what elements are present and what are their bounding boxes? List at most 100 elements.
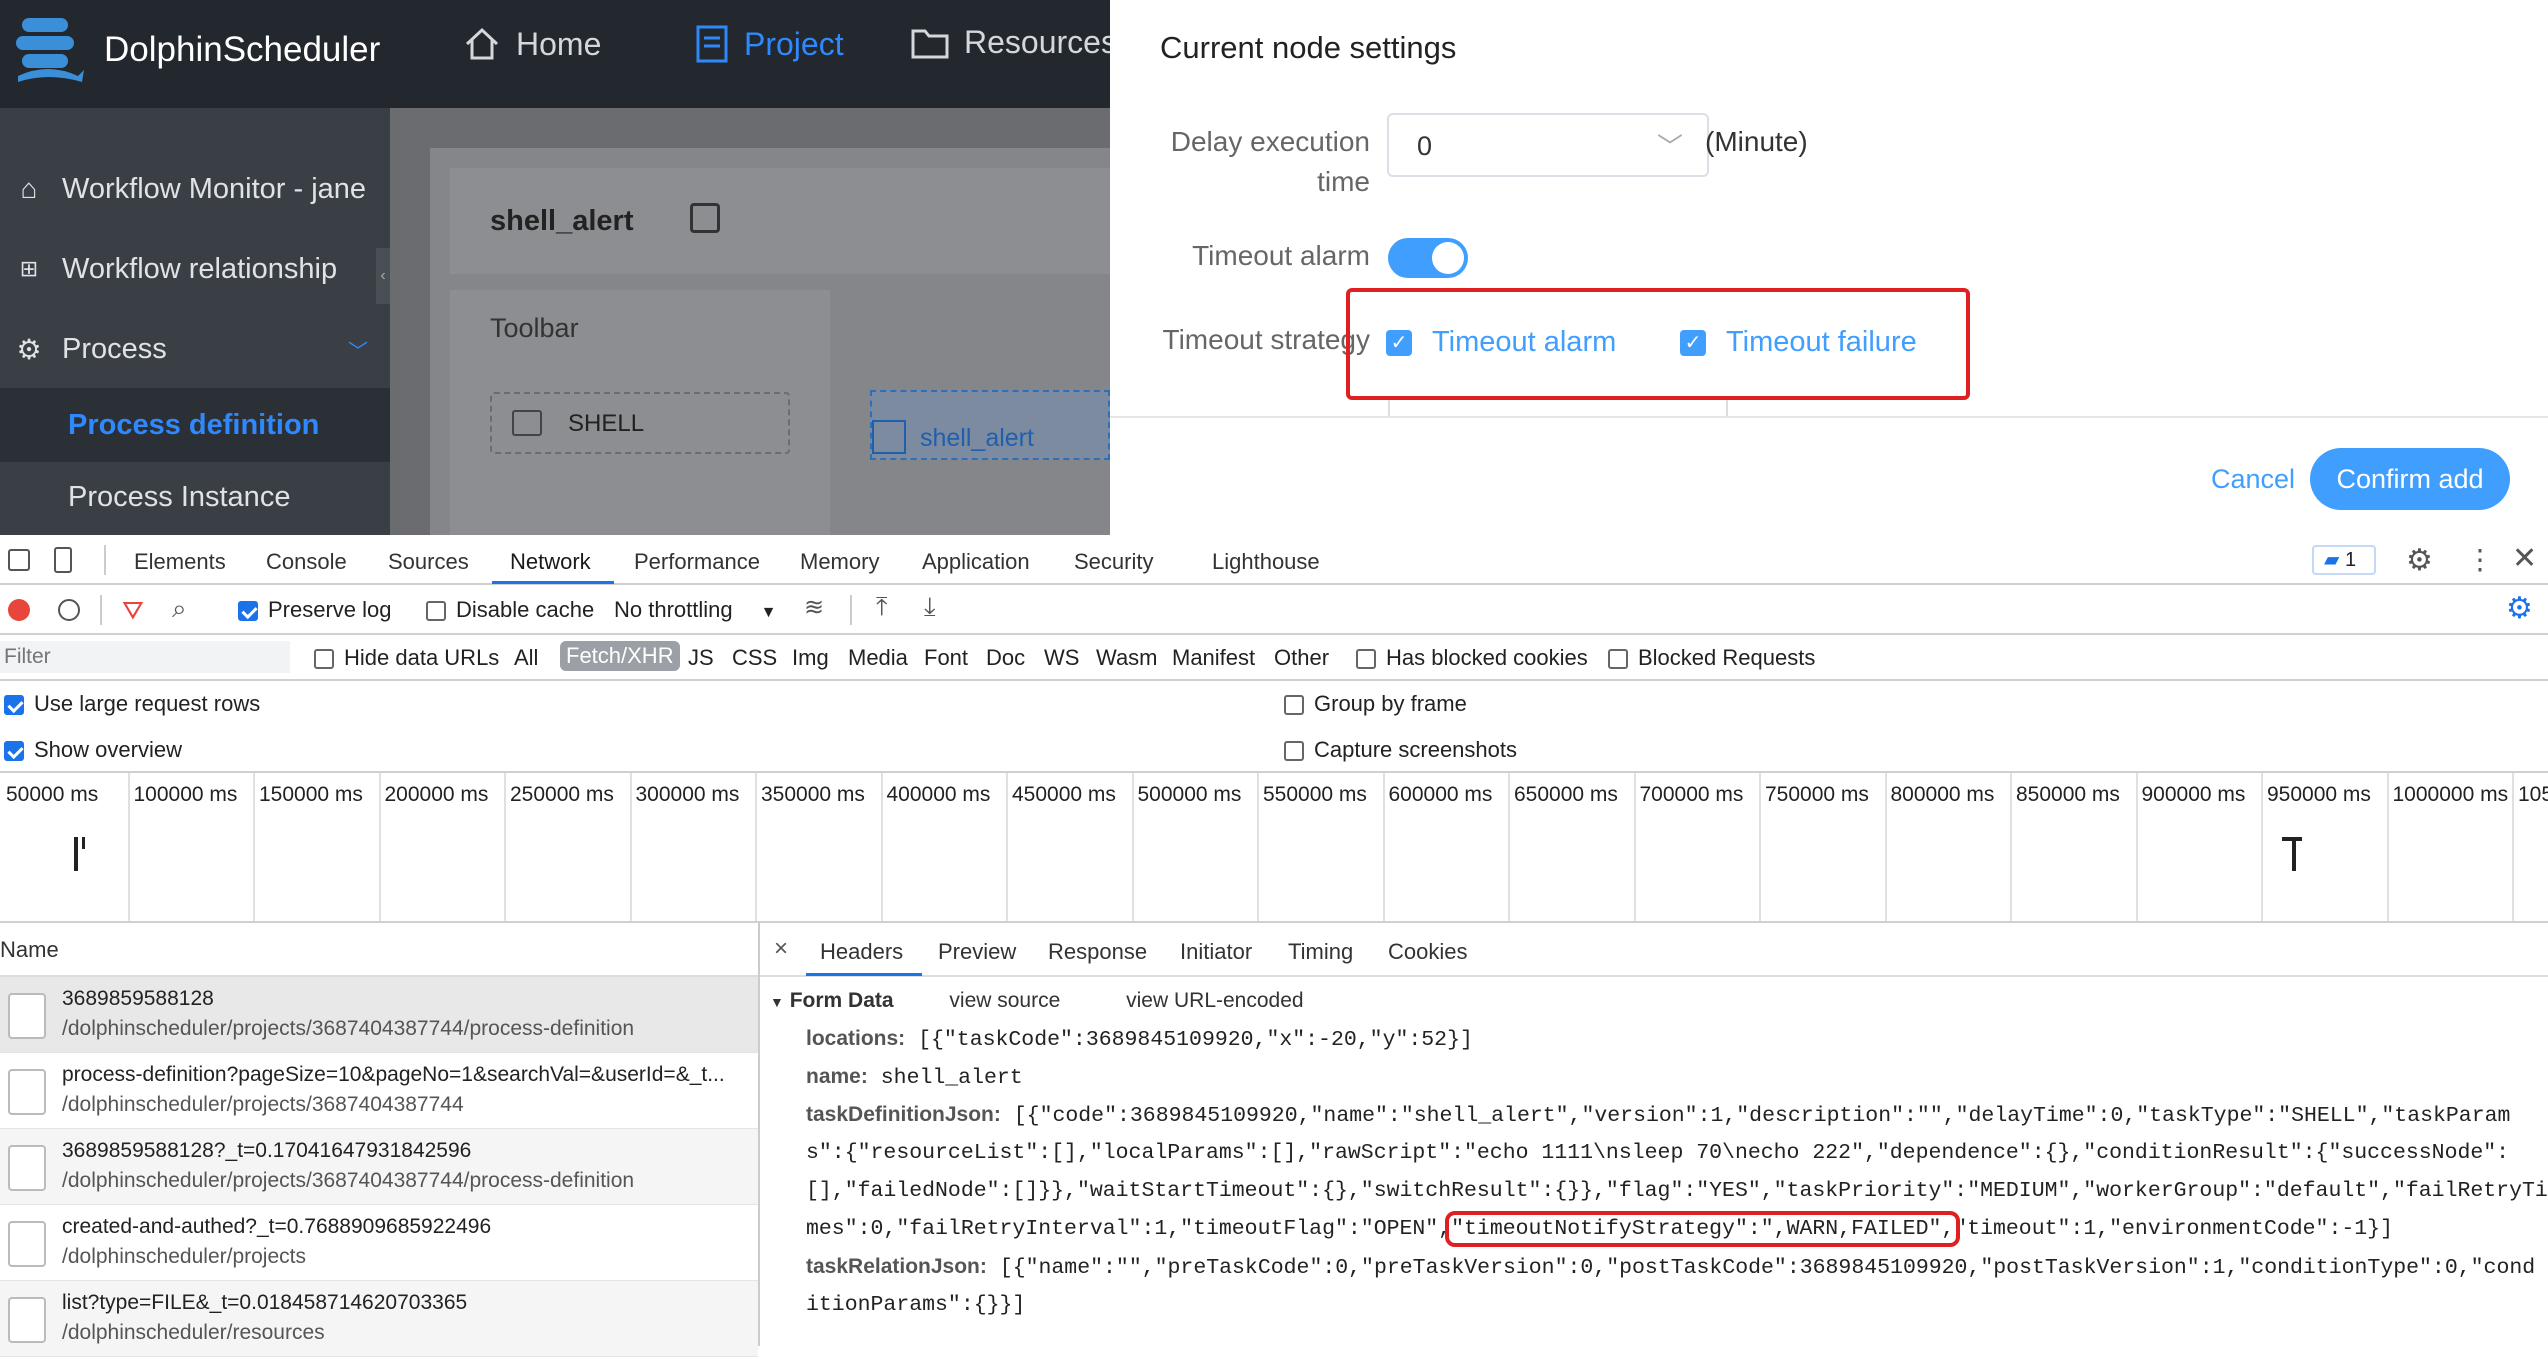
sidebar-item-workflow-relationship[interactable]: ⊞ Workflow relationship <box>0 232 390 306</box>
delay-unit: (Minute) <box>1705 126 1808 157</box>
request-row[interactable]: created-and-authed?_t=0.7688909685922496… <box>0 1205 758 1281</box>
timeline-overview[interactable]: 50000 ms 100000 ms 150000 ms 200000 ms 25000… <box>0 773 2548 923</box>
sidebar-item-label: Process Instance <box>68 480 291 513</box>
tab-headers[interactable]: Headers <box>820 939 903 965</box>
filter-js[interactable]: JS <box>688 645 714 671</box>
more-icon[interactable]: ⋮ <box>2466 543 2494 576</box>
tab-performance[interactable]: Performance <box>634 549 760 575</box>
hide-data-urls-checkbox[interactable]: Hide data URLs <box>314 645 499 671</box>
import-har-icon[interactable]: ⤒ <box>876 591 888 623</box>
timeout-alarm-switch[interactable] <box>1388 238 1468 278</box>
network-settings-icon[interactable]: ⚙ <box>2506 591 2533 626</box>
throttling-select[interactable]: No throttling ▼ <box>614 597 776 623</box>
timeline-tick: 1000000 ms <box>2386 773 2508 921</box>
field-key: taskRelationJson: <box>806 1255 987 1278</box>
cancel-button[interactable]: Cancel <box>2198 448 2308 510</box>
filter-css[interactable]: CSS <box>732 645 777 671</box>
disable-cache-label: Disable cache <box>456 597 595 622</box>
tab-lighthouse[interactable]: Lighthouse <box>1212 549 1320 575</box>
record-icon[interactable] <box>8 599 30 621</box>
tab-security[interactable]: Security <box>1074 549 1153 575</box>
highlight-box <box>1346 288 1970 400</box>
tab-network[interactable]: Network <box>510 549 591 575</box>
field-key: locations: <box>806 1027 906 1050</box>
filter-font[interactable]: Font <box>924 645 968 671</box>
filter-all[interactable]: All <box>514 645 538 671</box>
network-conditions-icon[interactable]: ≋ <box>804 593 824 622</box>
name-column-header[interactable]: Name <box>0 923 758 977</box>
form-data-header[interactable]: ▼ Form Data view source view URL-encoded <box>770 989 1304 1013</box>
tab-cookies[interactable]: Cookies <box>1388 939 1467 965</box>
file-icon <box>8 1145 46 1191</box>
confirm-add-button[interactable]: Confirm add <box>2310 448 2510 510</box>
filter-media[interactable]: Media <box>848 645 908 671</box>
request-row[interactable]: 3689859588128?_t=0.17041647931842596/dol… <box>0 1129 758 1205</box>
close-icon[interactable]: ✕ <box>2512 541 2537 576</box>
show-overview-checkbox[interactable]: Show overview <box>4 737 182 763</box>
filter-fetch-xhr[interactable]: Fetch/XHR <box>560 641 680 671</box>
tab-initiator[interactable]: Initiator <box>1180 939 1252 965</box>
tab-preview[interactable]: Preview <box>938 939 1016 965</box>
has-blocked-cookies-checkbox[interactable]: Has blocked cookies <box>1356 645 1588 671</box>
gear-icon[interactable]: ⚙ <box>2406 543 2433 578</box>
device-toolbar-icon[interactable] <box>54 547 72 573</box>
sidebar-item-process[interactable]: ⚙ Process ﹀ <box>0 312 390 386</box>
export-har-icon[interactable]: ⤓ <box>924 591 936 623</box>
file-icon <box>8 1221 46 1267</box>
filter-doc[interactable]: Doc <box>986 645 1025 671</box>
filter-wasm[interactable]: Wasm <box>1096 645 1158 671</box>
clear-icon[interactable] <box>58 599 80 621</box>
filter-input[interactable] <box>0 641 290 673</box>
shell-tool[interactable]: SHELL <box>490 392 790 454</box>
sidebar-item-label: Workflow relationship <box>62 252 338 285</box>
timeline-tick: 450000 ms <box>1006 773 1116 921</box>
logo-text: DolphinScheduler <box>104 30 381 69</box>
nav-project-label: Project <box>744 25 844 62</box>
tab-response[interactable]: Response <box>1048 939 1147 965</box>
tab-timing[interactable]: Timing <box>1288 939 1353 965</box>
tab-sources[interactable]: Sources <box>388 549 469 575</box>
messages-badge[interactable]: ▰ 1 <box>2312 545 2376 575</box>
blocked-requests-checkbox[interactable]: Blocked Requests <box>1608 645 1815 671</box>
group-by-frame-checkbox[interactable]: Group by frame <box>1284 691 1467 717</box>
delay-time-select[interactable]: 0 ﹀ <box>1387 113 1709 177</box>
large-rows-checkbox[interactable]: Use large request rows <box>4 691 260 717</box>
nav-home-label: Home <box>516 25 602 62</box>
nav-home[interactable]: Home <box>462 24 601 64</box>
devtools-panel: Elements Console Sources Network Perform… <box>0 535 2548 1357</box>
switch-knob <box>1432 242 1464 274</box>
copy-icon[interactable] <box>690 203 720 233</box>
workflow-node-shell-alert[interactable]: shell_alert <box>870 390 1110 460</box>
file-icon <box>8 1297 46 1343</box>
sidebar-item-workflow-monitor[interactable]: ⌂ Workflow Monitor - jane <box>0 152 390 226</box>
inspect-icon[interactable] <box>8 549 30 571</box>
form-field-task-definition-json: taskDefinitionJson: [{"code":36898451099… <box>806 1103 2510 1128</box>
sidebar-item-process-definition[interactable]: Process definition <box>0 388 390 462</box>
field-key: taskDefinitionJson: <box>806 1103 1001 1126</box>
sidebar-collapse-icon[interactable]: ‹ <box>376 248 390 304</box>
filter-manifest[interactable]: Manifest <box>1172 645 1255 671</box>
close-icon[interactable]: × <box>774 935 788 963</box>
filter-ws[interactable]: WS <box>1044 645 1079 671</box>
nav-resources[interactable]: Resources <box>910 24 1117 61</box>
nav-project[interactable]: Project <box>694 24 844 64</box>
view-url-encoded-link[interactable]: view URL-encoded <box>1126 989 1303 1012</box>
filter-img[interactable]: Img <box>792 645 829 671</box>
preserve-log-checkbox[interactable]: Preserve log <box>238 597 392 623</box>
request-name: 3689859588128 <box>62 987 214 1010</box>
filter-icon[interactable]: ⛛ <box>122 595 144 627</box>
request-row[interactable]: process-definition?pageSize=10&pageNo=1&… <box>0 1053 758 1129</box>
filter-other[interactable]: Other <box>1274 645 1329 671</box>
tab-elements[interactable]: Elements <box>134 549 226 575</box>
disable-cache-checkbox[interactable]: Disable cache <box>426 597 594 623</box>
view-source-link[interactable]: view source <box>949 989 1060 1012</box>
tab-memory[interactable]: Memory <box>800 549 879 575</box>
capture-screenshots-checkbox[interactable]: Capture screenshots <box>1284 737 1517 763</box>
search-icon[interactable]: ⌕ <box>172 593 187 625</box>
tab-console[interactable]: Console <box>266 549 347 575</box>
tab-application[interactable]: Application <box>922 549 1030 575</box>
sidebar-item-process-instance[interactable]: Process Instance <box>0 460 390 534</box>
request-row[interactable]: 3689859588128/dolphinscheduler/projects/… <box>0 977 758 1053</box>
timeline-tick: 650000 ms <box>1508 773 1618 921</box>
field-value-line: s":{"resourceList":[],"localParams":[],"… <box>806 1141 2510 1165</box>
